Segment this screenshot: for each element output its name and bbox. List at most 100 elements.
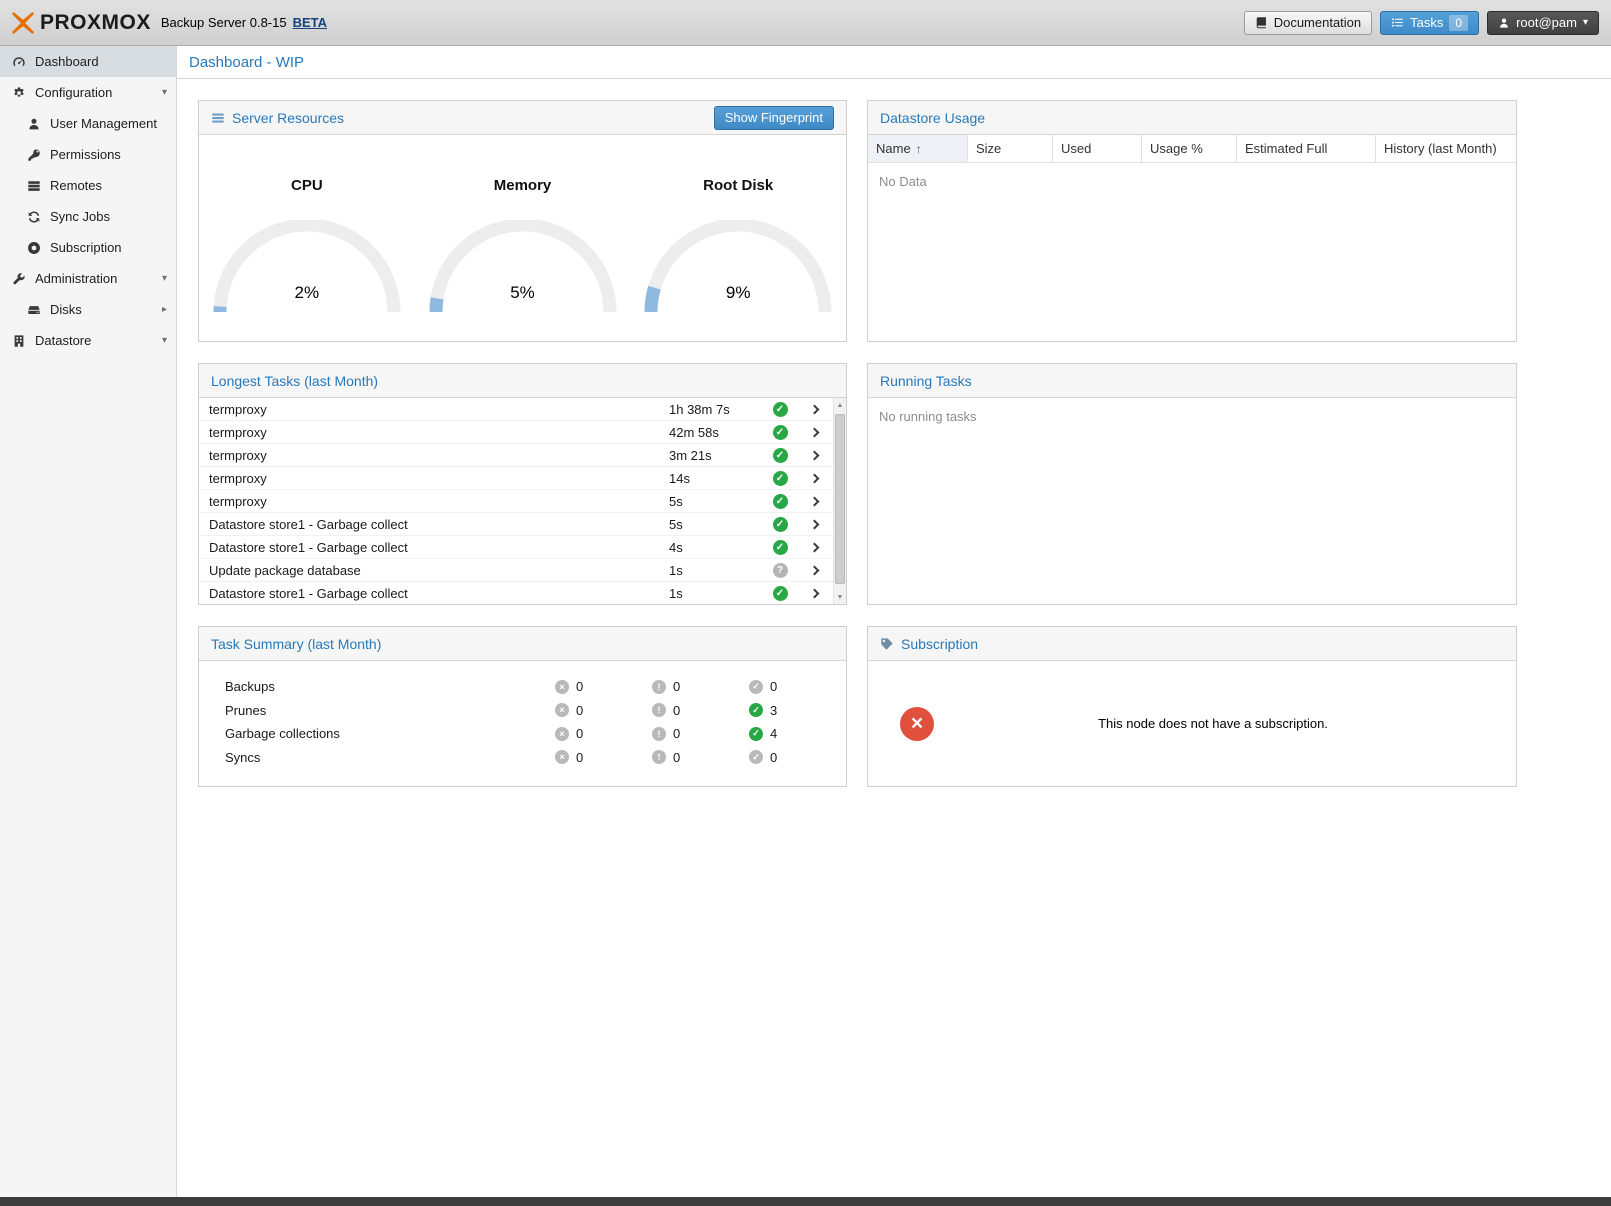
sidebar-item-dashboard[interactable]: Dashboard — [0, 46, 176, 77]
open-task-button[interactable] — [799, 567, 829, 574]
column-label: Size — [976, 141, 1001, 156]
chevron-right-icon — [809, 519, 819, 529]
sidebar-item-label: Remotes — [50, 178, 102, 193]
sidebar-item-label: Permissions — [50, 147, 121, 162]
task-name: termproxy — [209, 425, 669, 440]
sidebar-item-administration[interactable]: Administration ▾ — [0, 263, 176, 294]
sidebar-item-remotes[interactable]: Remotes — [0, 170, 176, 201]
task-row[interactable]: termproxy 14s ✓ — [199, 467, 833, 490]
check-circle-icon: ✓ — [749, 727, 763, 741]
task-row[interactable]: termproxy 3m 21s ✓ — [199, 444, 833, 467]
scrollbar-thumb[interactable] — [835, 414, 845, 584]
user-menu-button[interactable]: root@pam ▾ — [1487, 11, 1599, 35]
task-row[interactable]: Datastore store1 - Garbage collect 1s ✓ — [199, 582, 833, 604]
tasks-label: Tasks — [1410, 15, 1443, 30]
sidebar-item-datastore[interactable]: Datastore ▾ — [0, 325, 176, 356]
logo-wordmark: PROXMOX — [40, 11, 151, 35]
task-row[interactable]: Datastore store1 - Garbage collect 5s ✓ — [199, 513, 833, 536]
task-row[interactable]: Update package database 1s ? — [199, 559, 833, 582]
chevron-right-icon — [809, 404, 819, 414]
cpu-gauge: CPU 2% — [199, 135, 415, 341]
warning-count-group[interactable]: !0 — [652, 726, 749, 741]
subscription-message: This node does not have a subscription. — [934, 716, 1492, 731]
user-icon — [1498, 17, 1510, 29]
dashboard-panels: Server Resources Show Fingerprint CPU 2% — [177, 79, 1611, 787]
subscription-body: × This node does not have a subscription… — [868, 661, 1516, 786]
app-version-title: Backup Server 0.8-15 — [161, 15, 287, 30]
task-list-icon — [1391, 16, 1404, 29]
error-count-group[interactable]: ×0 — [555, 750, 652, 765]
sidebar-item-user-management[interactable]: User Management — [0, 108, 176, 139]
task-row[interactable]: termproxy 1h 38m 7s ✓ — [199, 398, 833, 421]
error-count-group[interactable]: ×0 — [555, 703, 652, 718]
scrollbar[interactable]: ▲ ▼ — [833, 398, 846, 604]
task-duration: 5s — [669, 517, 761, 532]
ok-count-group[interactable]: ✓0 — [749, 679, 846, 694]
open-task-button[interactable] — [799, 429, 829, 436]
open-task-button[interactable] — [799, 590, 829, 597]
warning-count-group[interactable]: !0 — [652, 750, 749, 765]
column-header-usage-percent[interactable]: Usage % — [1142, 135, 1237, 162]
error-circle-icon: × — [555, 680, 569, 694]
task-duration: 5s — [669, 494, 761, 509]
task-row[interactable]: termproxy 42m 58s ✓ — [199, 421, 833, 444]
proxmox-logo: PROXMOX — [10, 10, 151, 36]
times-circle-icon: × — [900, 707, 934, 741]
open-task-button[interactable] — [799, 498, 829, 505]
sync-icon — [27, 210, 41, 224]
open-task-button[interactable] — [799, 452, 829, 459]
task-row[interactable]: termproxy 5s ✓ — [199, 490, 833, 513]
open-task-button[interactable] — [799, 544, 829, 551]
chevron-right-icon: ▸ — [162, 304, 167, 315]
ok-count-group[interactable]: ✓3 — [749, 703, 846, 718]
error-count-group[interactable]: ×0 — [555, 679, 652, 694]
sidebar-item-label: Disks — [50, 302, 82, 317]
panel-title: Task Summary (last Month) — [211, 636, 381, 652]
sidebar-item-sync-jobs[interactable]: Sync Jobs — [0, 201, 176, 232]
summary-label: Prunes — [225, 703, 555, 718]
sidebar: Dashboard Configuration ▾ User Managemen… — [0, 46, 177, 1197]
task-summary-header: Task Summary (last Month) — [199, 627, 846, 661]
ok-count-group[interactable]: ✓0 — [749, 750, 846, 765]
warning-count-group[interactable]: !0 — [652, 679, 749, 694]
error-count: 0 — [576, 726, 583, 741]
chevron-down-icon: ▾ — [162, 87, 167, 98]
sidebar-item-disks[interactable]: Disks ▸ — [0, 294, 176, 325]
task-list: termproxy 1h 38m 7s ✓ termproxy 42m 58s … — [199, 398, 833, 604]
task-row[interactable]: Datastore store1 - Garbage collect 4s ✓ — [199, 536, 833, 559]
sidebar-item-permissions[interactable]: Permissions — [0, 139, 176, 170]
column-header-size[interactable]: Size — [968, 135, 1053, 162]
sidebar-item-subscription[interactable]: Subscription — [0, 232, 176, 263]
column-header-estimated-full[interactable]: Estimated Full — [1237, 135, 1376, 162]
task-duration: 1s — [669, 563, 761, 578]
check-circle-icon: ✓ — [773, 471, 788, 486]
column-header-used[interactable]: Used — [1053, 135, 1142, 162]
chevron-down-icon: ▾ — [162, 273, 167, 284]
scroll-up-icon[interactable]: ▲ — [834, 398, 846, 412]
task-name: Update package database — [209, 563, 669, 578]
sidebar-item-label: Administration — [35, 271, 117, 286]
scroll-down-icon[interactable]: ▼ — [834, 590, 846, 604]
show-fingerprint-button[interactable]: Show Fingerprint — [714, 106, 834, 130]
open-task-button[interactable] — [799, 406, 829, 413]
error-circle-icon: × — [555, 727, 569, 741]
documentation-button[interactable]: Documentation — [1244, 11, 1372, 35]
ok-count-group[interactable]: ✓4 — [749, 726, 846, 741]
error-count: 0 — [576, 703, 583, 718]
open-task-button[interactable] — [799, 475, 829, 482]
open-task-button[interactable] — [799, 521, 829, 528]
bottom-strip — [0, 1197, 1611, 1206]
sort-up-icon: ↑ — [916, 142, 922, 156]
tasks-button[interactable]: Tasks 0 — [1380, 11, 1479, 35]
warning-count-group[interactable]: !0 — [652, 703, 749, 718]
sidebar-item-configuration[interactable]: Configuration ▾ — [0, 77, 176, 108]
task-summary-body: Backups ×0 !0 ✓0 Prunes ×0 !0 ✓3 Gar — [199, 661, 846, 786]
beta-link[interactable]: BETA — [293, 15, 327, 30]
panel-title: Server Resources — [232, 110, 344, 126]
column-header-history[interactable]: History (last Month) — [1376, 135, 1516, 162]
gauges: CPU 2% Memory — [199, 135, 846, 341]
warning-count: 0 — [673, 726, 680, 741]
column-header-name[interactable]: Name ↑ — [868, 135, 968, 162]
ok-count: 0 — [770, 750, 777, 765]
error-count-group[interactable]: ×0 — [555, 726, 652, 741]
